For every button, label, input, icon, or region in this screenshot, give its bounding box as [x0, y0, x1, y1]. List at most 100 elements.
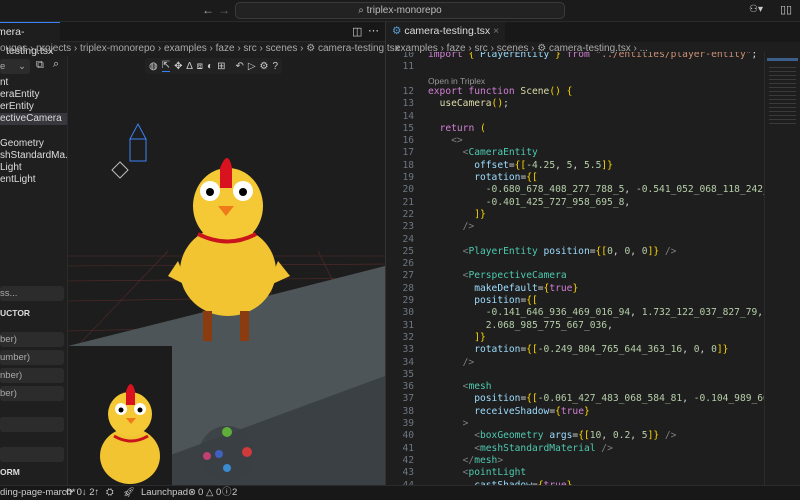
more-actions-icon[interactable]: ⋯ — [368, 24, 379, 37]
line-number: 32 — [386, 332, 414, 344]
code-token: -0.401_425_727_958_695_8 — [486, 197, 625, 208]
prop-input[interactable] — [0, 417, 64, 432]
code-line[interactable]: 43 <pointLight — [386, 467, 764, 479]
scene-tree-item[interactable]: Light — [0, 162, 68, 174]
scene-tree-item[interactable]: entLight — [0, 174, 68, 186]
code-line[interactable]: 25 <PlayerEntity position={[0, 0, 0]} /> — [386, 246, 764, 258]
code-line[interactable]: 32 ]} — [386, 332, 764, 344]
search-icon[interactable]: ⌕ — [53, 58, 59, 71]
tab-camera-testing[interactable]: camera-testing.tsx × — [0, 22, 60, 42]
minimap[interactable] — [764, 52, 800, 485]
move-icon[interactable]: ✥ — [174, 61, 182, 72]
prop-input[interactable] — [0, 447, 64, 462]
warning-count[interactable]: 0 — [216, 486, 221, 500]
codelens-open-in-triplex[interactable]: Open in Triplex — [428, 76, 485, 86]
scene-tree-item[interactable]: shStandardMa... — [0, 150, 68, 162]
code-line[interactable]: 40 <boxGeometry args={[10, 0.2, 5]} /> — [386, 430, 764, 442]
open-file-icon[interactable]: ⧉ — [36, 59, 44, 72]
code-line[interactable]: 35 — [386, 369, 764, 381]
code-line[interactable]: 21 -0.401_425_727_958_695_8, — [386, 197, 764, 209]
code-line[interactable]: 37 position={[-0.061_427_483_068_584_81,… — [386, 393, 764, 405]
code-token: receiveShadow — [474, 406, 549, 417]
code-line[interactable]: 24 — [386, 234, 764, 246]
info-count[interactable]: 2 — [232, 486, 237, 500]
scale-icon[interactable]: ⧈ — [197, 61, 203, 72]
accounts-icon[interactable]: ⛭ — [106, 486, 114, 500]
code-line[interactable]: 31 2.068_985_775_667_036, — [386, 320, 764, 332]
code-token — [428, 393, 474, 404]
code-token: {[ — [526, 344, 538, 355]
play-icon[interactable]: ▷ — [248, 61, 256, 72]
filter-input[interactable]: ss... — [0, 286, 64, 301]
select-icon[interactable]: ⇱ — [162, 60, 170, 72]
line-number: 31 — [386, 320, 414, 332]
axis-gizmo[interactable] — [199, 426, 255, 482]
code-line[interactable]: 11 — [386, 61, 764, 73]
code-line[interactable]: 22 ]} — [386, 209, 764, 221]
code-token: ]} — [474, 332, 486, 343]
scene-tree-item[interactable]: nt — [0, 77, 68, 89]
code-line[interactable]: 27 <PerspectiveCamera — [386, 270, 764, 282]
code-token: position — [474, 295, 520, 306]
code-line[interactable]: 18 offset={[-4.25, 5, 5.5]} — [386, 160, 764, 172]
code-line[interactable]: 26 — [386, 258, 764, 270]
code-line[interactable]: 29 position={[ — [386, 295, 764, 307]
prop-input[interactable]: ber) — [0, 332, 64, 347]
rotate-icon[interactable]: ∆ — [187, 61, 193, 72]
gear-icon[interactable]: ⚙ — [260, 61, 269, 72]
help-icon[interactable]: ? — [273, 61, 279, 72]
forward-button[interactable]: → — [218, 3, 230, 17]
close-icon[interactable]: × — [493, 25, 499, 37]
code-line[interactable]: 20 -0.680_678_408_277_788_5, -0.541_052_… — [386, 184, 764, 196]
code-editor[interactable]: Open in Triplex 10import { PlayerEntity … — [386, 52, 764, 485]
split-editor-icon[interactable]: ◫ — [352, 25, 362, 38]
code-line[interactable]: 13 useCamera(); — [386, 98, 764, 110]
scene-tree-item[interactable]: erEntity — [0, 101, 68, 113]
code-line[interactable]: 14 — [386, 111, 764, 123]
code-line[interactable]: 12export function Scene() { — [386, 86, 764, 98]
layout-icon[interactable]: ▯▯ — [780, 3, 792, 16]
scene-tree-item[interactable]: Geometry — [0, 138, 68, 150]
code-line[interactable]: 36 <mesh — [386, 381, 764, 393]
code-line[interactable]: 34 /> — [386, 357, 764, 369]
scene-tree-item[interactable]: ectiveCamera — [0, 113, 68, 125]
branch-status[interactable]: ding-page-march* — [0, 486, 76, 500]
error-count[interactable]: 0 — [198, 486, 203, 500]
command-center-search[interactable]: ⌕ triplex-monorepo — [235, 2, 565, 19]
tab-camera-testing-code[interactable]: ⚙ camera-testing.tsx × — [386, 22, 505, 42]
prop-input[interactable]: ber) — [0, 386, 64, 401]
breadcrumb[interactable]: ouges › projects › triplex-monorepo › ex… — [0, 43, 400, 55]
code-line[interactable]: 42 </mesh> — [386, 455, 764, 467]
grid-icon[interactable]: ⊞ — [217, 61, 225, 72]
code-token: mesh — [468, 381, 491, 392]
code-line[interactable]: 10import { PlayerEntity } from "../entit… — [386, 52, 764, 61]
scene-viewport[interactable] — [68, 56, 385, 485]
code-token: {[ — [596, 246, 608, 257]
scene-render[interactable] — [68, 56, 385, 485]
code-line[interactable]: 15 return ( — [386, 123, 764, 135]
sync-status[interactable]: ⟳ 0↓ 2↑ — [66, 486, 99, 500]
code-line[interactable]: 39 > — [386, 418, 764, 430]
prop-input[interactable]: nber) — [0, 368, 64, 383]
scene-select[interactable]: e⌄ — [0, 59, 30, 74]
scene-tree-item[interactable]: eraEntity — [0, 89, 68, 101]
code-line[interactable]: 28 makeDefault={true} — [386, 283, 764, 295]
back-button[interactable]: ← — [202, 3, 214, 17]
code-line[interactable]: 17 <CameraEntity — [386, 147, 764, 159]
prop-input[interactable]: umber) — [0, 350, 64, 365]
code-line[interactable]: 33 rotation={[-0.249_804_765_644_363_16,… — [386, 344, 764, 356]
copilot-icon[interactable]: ⚇▾ — [749, 4, 763, 15]
code-line[interactable]: 38 receiveShadow={true} — [386, 406, 764, 418]
code-line[interactable]: 30 -0.141_646_936_469_016_94, 1.732_122_… — [386, 307, 764, 319]
undo-icon[interactable]: ↶ — [235, 61, 243, 72]
code-token: <> — [451, 135, 463, 146]
code-line[interactable]: 19 rotation={[ — [386, 172, 764, 184]
line-number: 30 — [386, 307, 414, 319]
code-line[interactable]: 41 <meshStandardMaterial /> — [386, 443, 764, 455]
code-line[interactable]: 23 /> — [386, 221, 764, 233]
code-line[interactable]: 16 <> — [386, 135, 764, 147]
camera-icon[interactable]: ◐ — [207, 61, 213, 72]
code-token: return — [440, 123, 480, 134]
globe-icon[interactable]: ◍ — [149, 61, 158, 72]
launchpad-button[interactable]: Launchpad — [141, 486, 188, 500]
